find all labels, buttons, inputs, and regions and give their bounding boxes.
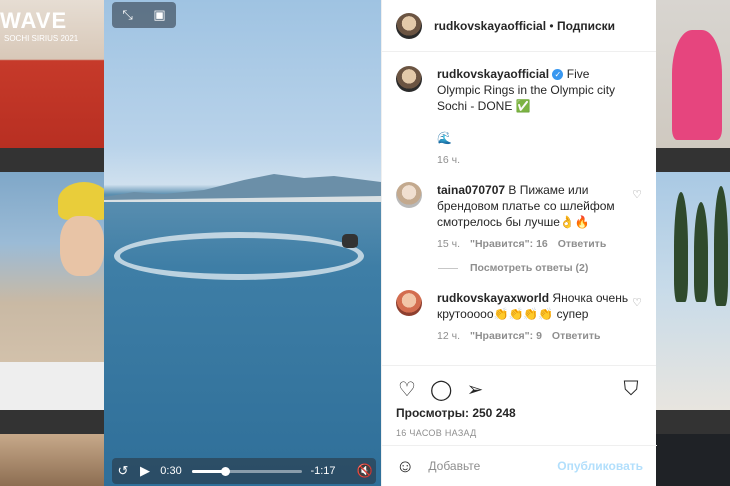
post-timestamp[interactable]: 16 ЧАСОВ НАЗАД [396, 428, 642, 438]
comment-likes[interactable]: "Нравится": 9 [470, 328, 542, 344]
background-thumbnail[interactable] [0, 172, 104, 410]
comment-meta: 15 ч. "Нравится": 16 Ответить [437, 236, 630, 252]
bookmark-icon[interactable]: ⛉ [620, 378, 642, 401]
comment-icon[interactable]: ◯ [430, 377, 452, 402]
comments-list[interactable]: rudkovskayaofficial ✓ Five Olympic Rings… [382, 52, 656, 365]
tree-shape [714, 186, 728, 306]
comment-username[interactable]: taina070707 [437, 183, 505, 197]
sofa-shape [0, 362, 104, 410]
wave-title: WAVE [0, 8, 68, 33]
background-thumbnail[interactable] [0, 434, 104, 486]
like-comment-icon[interactable]: ♡ [632, 296, 642, 309]
jetski-shape [342, 234, 358, 248]
avatar[interactable] [396, 290, 422, 316]
background-thumbnail[interactable] [656, 172, 730, 410]
dress-shape [672, 30, 722, 140]
emoji-icon[interactable]: ☺ [396, 456, 414, 477]
separator: • [549, 18, 554, 33]
replay-icon[interactable]: ↺ [112, 463, 134, 479]
video-top-controls: ⤡ ▣ [112, 2, 176, 28]
comment-time[interactable]: 15 ч. [437, 236, 460, 252]
view-replies-button[interactable]: Посмотреть ответы (2) [438, 262, 642, 274]
comment-item: rudkovskayaxworld Яночка очень крутооооо… [396, 290, 642, 344]
caption-username[interactable]: rudkovskayaofficial [437, 67, 549, 81]
face-shape [60, 216, 104, 276]
author-username[interactable]: rudkovskayaofficial [434, 19, 546, 33]
post-video[interactable]: ⤡ ▣ ↺ ▶ 0:30 -1:17 🔇 [104, 0, 381, 486]
background-thumbnail[interactable] [656, 434, 730, 486]
hat-shape [58, 182, 104, 220]
reply-button[interactable]: Ответить [552, 328, 601, 344]
add-comment-bar: ☺ Добавьте Опубликовать [382, 445, 657, 486]
comment-body: taina070707 В Пижаме или брендовом плать… [437, 182, 642, 252]
background-thumbnail[interactable]: WAVE SOCHI SIRIUS 2021 [0, 0, 104, 148]
comment-meta: 12 ч. "Нравится": 9 Ответить [437, 328, 630, 344]
caption-emoji: 🌊 [437, 131, 452, 145]
views-count[interactable]: Просмотры: 250 248 [396, 406, 642, 420]
caption: rudkovskayaofficial ✓ Five Olympic Rings… [396, 66, 642, 168]
hills-shape [104, 174, 381, 202]
avatar[interactable] [396, 66, 422, 92]
tree-shape [694, 202, 708, 302]
comment-time[interactable]: 12 ч. [437, 328, 460, 344]
action-row: ♡ ◯ ➢ ⛉ [396, 376, 642, 402]
avatar[interactable] [396, 12, 422, 39]
video-controls: ↺ ▶ 0:30 -1:17 🔇 [112, 458, 376, 484]
caption-time[interactable]: 16 ч. [437, 152, 460, 168]
like-comment-icon[interactable]: ♡ [632, 188, 642, 201]
mute-icon[interactable]: 🔇 [354, 463, 376, 479]
tree-shape [674, 192, 688, 302]
verified-icon: ✓ [552, 69, 564, 81]
follow-button[interactable]: Подписки [557, 19, 615, 33]
heart-icon[interactable]: ♡ [396, 377, 418, 402]
pip-icon[interactable]: ▣ [153, 7, 165, 23]
caption-meta: 16 ч. [437, 152, 630, 168]
current-time: 0:30 [160, 465, 182, 477]
play-icon[interactable]: ▶ [134, 463, 156, 479]
publish-button[interactable]: Опубликовать [557, 459, 643, 473]
expand-icon[interactable]: ⤡ [122, 7, 132, 23]
avatar[interactable] [396, 182, 422, 208]
share-icon[interactable]: ➢ [464, 377, 486, 402]
post-header: rudkovskayaofficial • Подписки [382, 0, 656, 52]
post-panel: rudkovskayaofficial • Подписки rudkovska… [381, 0, 657, 486]
comment-item: taina070707 В Пижаме или брендовом плать… [396, 182, 642, 252]
background-thumbnail[interactable] [656, 0, 730, 148]
comment-input[interactable]: Добавьте [428, 459, 557, 473]
reply-button[interactable]: Ответить [558, 236, 607, 252]
caption-body: rudkovskayaofficial ✓ Five Olympic Rings… [437, 66, 642, 168]
remaining-time: -1:17 [310, 465, 336, 477]
comment-username[interactable]: rudkovskayaxworld [437, 291, 549, 305]
wake-shape [114, 232, 364, 280]
progress-thumb[interactable] [221, 466, 230, 476]
comment-likes[interactable]: "Нравится": 16 [470, 236, 548, 252]
comment-body: rudkovskayaxworld Яночка очень крутооооо… [437, 290, 642, 344]
header-meta: rudkovskayaofficial • Подписки [434, 19, 615, 33]
wave-subtitle: SOCHI SIRIUS 2021 [4, 34, 79, 43]
post-actions: ♡ ◯ ➢ ⛉ Просмотры: 250 248 16 ЧАСОВ НАЗА… [382, 365, 656, 448]
progress-bar[interactable] [192, 466, 302, 476]
